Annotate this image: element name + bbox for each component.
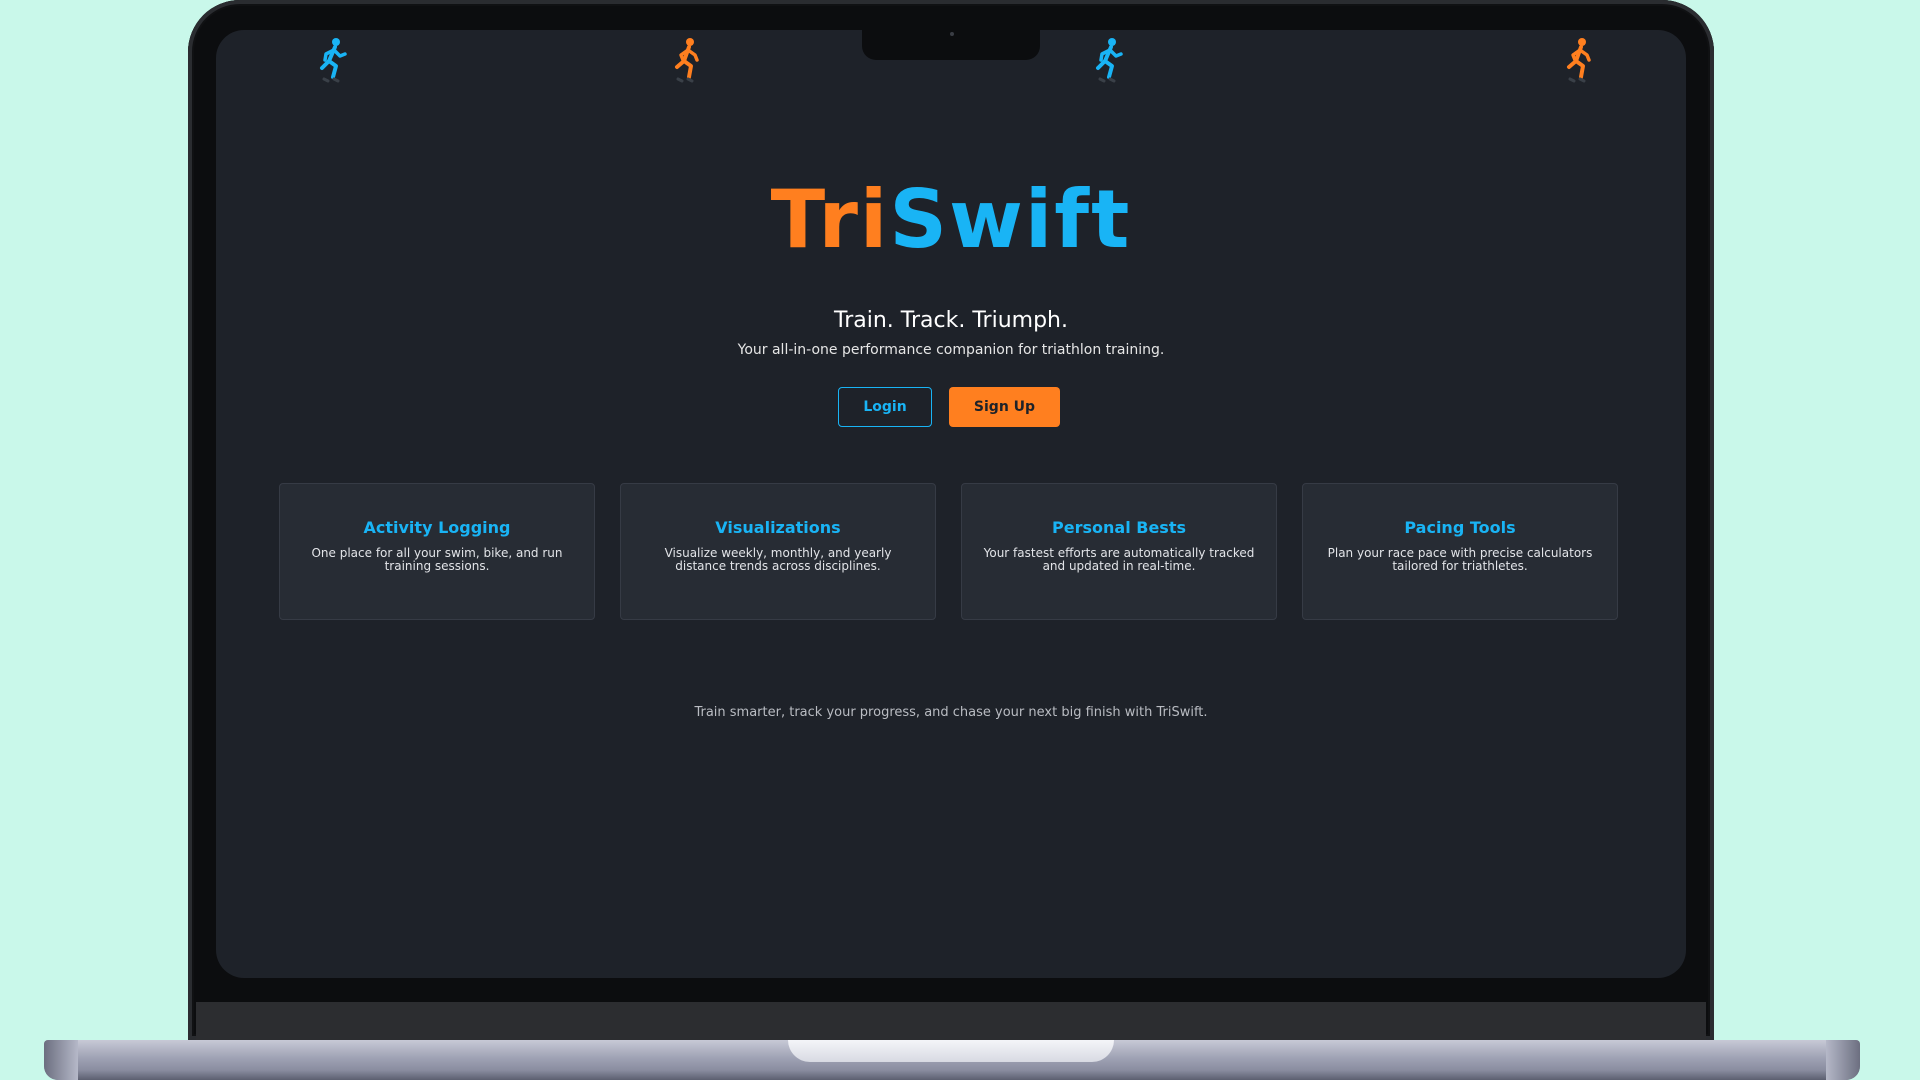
feature-description: One place for all your swim, bike, and r… [311, 546, 563, 573]
tagline: Train. Track. Triumph. [834, 308, 1068, 333]
feature-description: Your fastest efforts are automatically t… [983, 546, 1255, 573]
footer-text: Train smarter, track your progress, and … [694, 705, 1208, 720]
feature-card-pacing-tools: Pacing Tools Plan your race pace with pr… [1302, 483, 1618, 620]
feature-description: Plan your race pace with precise calcula… [1327, 546, 1593, 573]
app-logo: TriSwift [216, 180, 1686, 260]
feature-title: Activity Logging [363, 518, 511, 537]
feature-card-personal-bests: Personal Bests Your fastest efforts are … [961, 483, 1277, 620]
feature-title: Pacing Tools [1404, 518, 1516, 537]
feature-title: Personal Bests [1052, 518, 1186, 537]
subtitle: Your all-in-one performance companion fo… [737, 342, 1165, 358]
logo-tri: Tri [770, 173, 890, 266]
feature-description: Visualize weekly, monthly, and yearly di… [664, 546, 892, 573]
feature-card-activity-logging: Activity Logging One place for all your … [279, 483, 595, 620]
login-button[interactable]: Login [838, 387, 932, 427]
feature-card-visualizations: Visualizations Visualize weekly, monthly… [620, 483, 936, 620]
signup-button[interactable]: Sign Up [949, 387, 1060, 427]
laptop-hinge-notch [788, 1040, 1114, 1062]
landing-content: TriSwift Train. Track. Triumph. Your all… [216, 30, 1686, 978]
logo-swift: Swift [889, 173, 1132, 266]
app-screen: TriSwift Train. Track. Triumph. Your all… [216, 30, 1686, 978]
laptop-chin [196, 1002, 1706, 1040]
feature-title: Visualizations [715, 518, 841, 537]
